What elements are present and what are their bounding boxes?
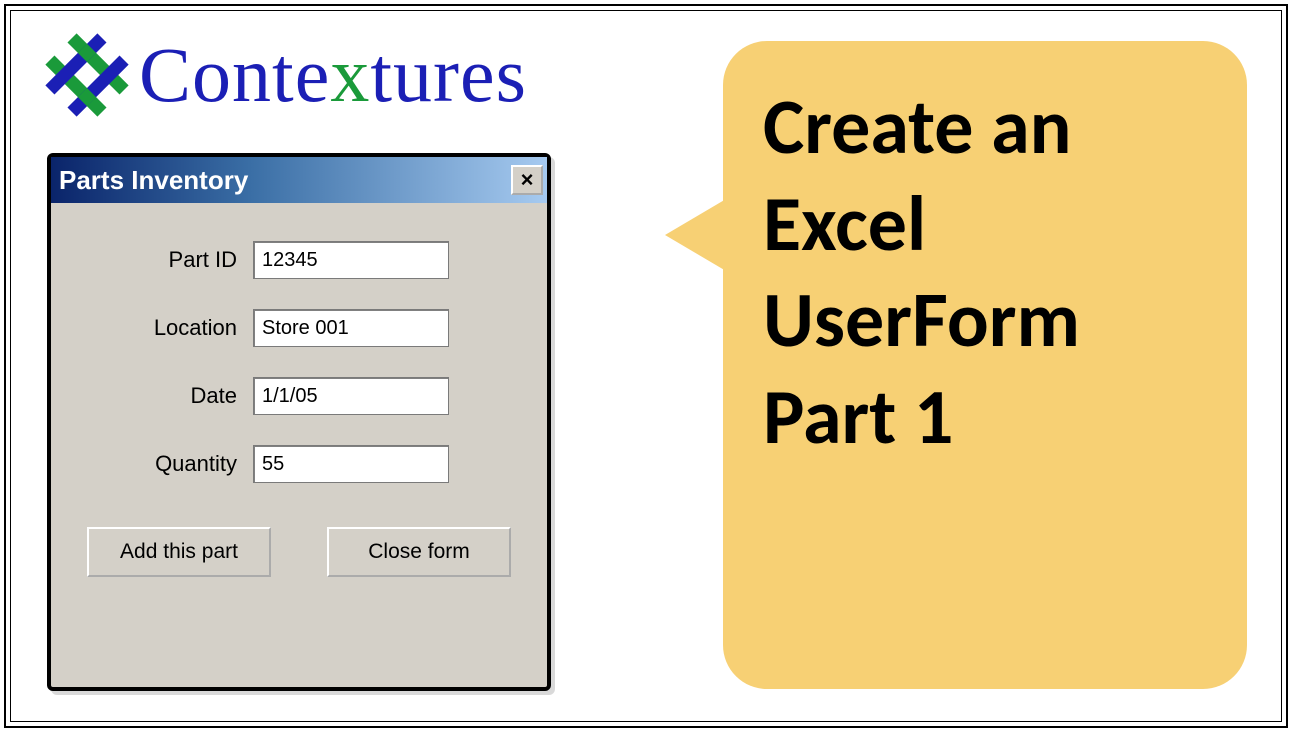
label-date: Date [77, 383, 253, 409]
row-date: Date [77, 377, 521, 415]
input-date[interactable] [253, 377, 449, 415]
brand-logo: Contextures [41, 29, 527, 121]
brand-name-x: x [330, 31, 370, 118]
label-part-id: Part ID [77, 247, 253, 273]
close-icon: × [521, 167, 534, 193]
row-part-id: Part ID [77, 241, 521, 279]
brand-name-part1: Conte [139, 31, 330, 118]
form-body: Part ID Location Date Quantity Add this [51, 203, 547, 597]
callout: Create an Excel UserForm Part 1 [685, 41, 1247, 689]
label-location: Location [77, 315, 253, 341]
contextures-logo-icon [41, 29, 133, 121]
inner-frame: Contextures Parts Inventory × Part ID Lo… [10, 10, 1282, 722]
window-title: Parts Inventory [59, 165, 248, 196]
add-part-button[interactable]: Add this part [87, 527, 271, 577]
close-form-button[interactable]: Close form [327, 527, 511, 577]
callout-body: Create an Excel UserForm Part 1 [723, 41, 1247, 689]
titlebar: Parts Inventory × [51, 157, 547, 203]
row-quantity: Quantity [77, 445, 521, 483]
input-location[interactable] [253, 309, 449, 347]
callout-text: Create an Excel UserForm Part 1 [763, 79, 1217, 466]
button-row: Add this part Close form [77, 527, 521, 577]
userform-window: Parts Inventory × Part ID Location Date [47, 153, 551, 691]
row-location: Location [77, 309, 521, 347]
brand-name: Contextures [139, 30, 527, 120]
input-quantity[interactable] [253, 445, 449, 483]
brand-name-part2: tures [370, 31, 527, 118]
outer-frame: Contextures Parts Inventory × Part ID Lo… [4, 4, 1288, 728]
input-part-id[interactable] [253, 241, 449, 279]
label-quantity: Quantity [77, 451, 253, 477]
close-button[interactable]: × [511, 165, 543, 195]
